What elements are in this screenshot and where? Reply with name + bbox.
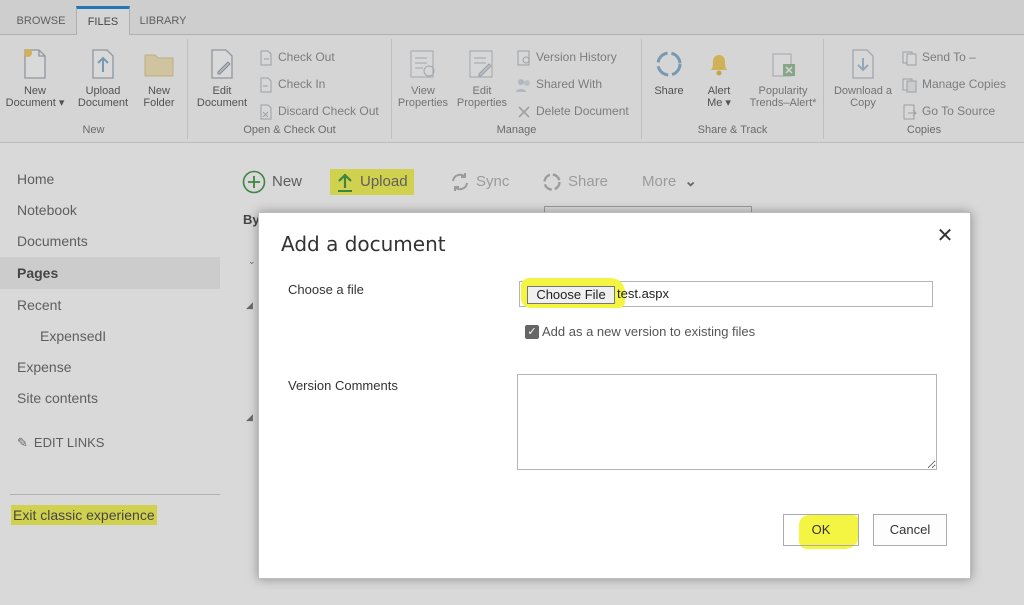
version-comments-label: Version Comments [288,378,398,393]
add-document-dialog: Add a document ✕ Choose a file Choose Fi… [258,212,971,579]
close-icon[interactable]: ✕ [934,225,956,247]
add-version-checkbox[interactable]: ✓ [525,325,539,339]
ok-button[interactable]: OK [783,514,859,546]
selected-file-name: test.aspx [617,286,670,301]
version-comments-textarea[interactable] [517,374,937,470]
add-version-label: Add as a new version to existing files [542,324,756,339]
cancel-button[interactable]: Cancel [873,514,947,546]
choose-file-label: Choose a file [288,282,364,297]
dialog-title: Add a document [281,232,446,256]
choose-file-button[interactable]: Choose File [527,286,615,304]
